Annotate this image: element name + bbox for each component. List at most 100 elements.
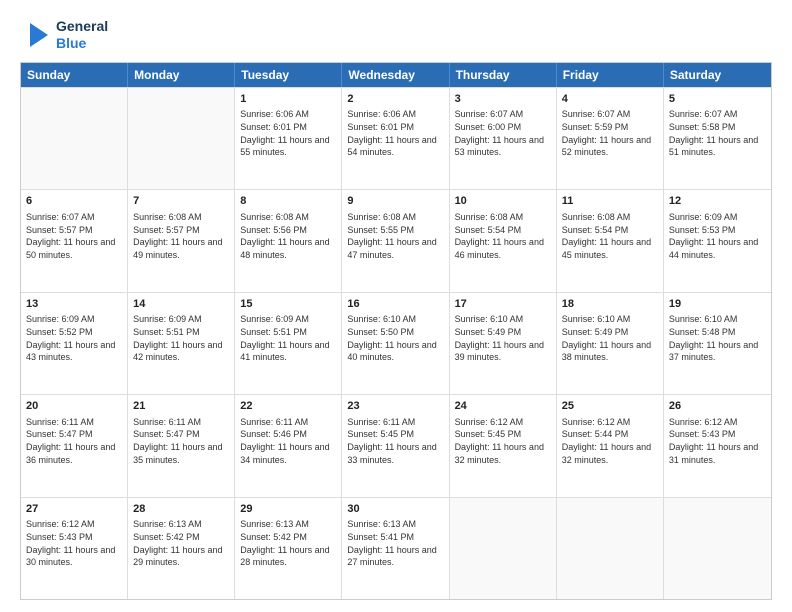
calendar-cell: 27Sunrise: 6:12 AMSunset: 5:43 PMDayligh… [21, 498, 128, 599]
cell-info: Sunrise: 6:08 AMSunset: 5:54 PMDaylight:… [455, 211, 551, 261]
day-number: 16 [347, 297, 443, 312]
cell-info: Sunrise: 6:07 AMSunset: 6:00 PMDaylight:… [455, 108, 551, 158]
logo-blue-text: Blue [56, 35, 108, 52]
header-day-wednesday: Wednesday [342, 63, 449, 87]
calendar-cell: 23Sunrise: 6:11 AMSunset: 5:45 PMDayligh… [342, 395, 449, 496]
logo-arrow-icon [20, 19, 52, 51]
cell-info: Sunrise: 6:09 AMSunset: 5:53 PMDaylight:… [669, 211, 766, 261]
header: General Blue [20, 18, 772, 52]
cell-info: Sunrise: 6:09 AMSunset: 5:51 PMDaylight:… [133, 313, 229, 363]
calendar-week-5: 27Sunrise: 6:12 AMSunset: 5:43 PMDayligh… [21, 497, 771, 599]
cell-info: Sunrise: 6:13 AMSunset: 5:42 PMDaylight:… [133, 518, 229, 568]
calendar-cell: 12 Sunrise: 6:09 AMSunset: 5:53 PMDayligh… [664, 190, 771, 291]
cell-info: Sunrise: 6:10 AMSunset: 5:48 PMDaylight:… [669, 313, 766, 363]
calendar-cell: 13Sunrise: 6:09 AMSunset: 5:52 PMDayligh… [21, 293, 128, 394]
cell-info: Sunrise: 6:08 AMSunset: 5:54 PMDaylight:… [562, 211, 658, 261]
cell-info: Sunrise: 6:07 AMSunset: 5:58 PMDaylight:… [669, 108, 766, 158]
calendar-cell: 8 Sunrise: 6:08 AMSunset: 5:56 PMDaylight… [235, 190, 342, 291]
calendar-cell: 17Sunrise: 6:10 AMSunset: 5:49 PMDayligh… [450, 293, 557, 394]
day-number: 27 [26, 502, 122, 517]
calendar-cell: 16Sunrise: 6:10 AMSunset: 5:50 PMDayligh… [342, 293, 449, 394]
calendar: SundayMondayTuesdayWednesdayThursdayFrid… [20, 62, 772, 600]
header-day-tuesday: Tuesday [235, 63, 342, 87]
calendar-cell: 29Sunrise: 6:13 AMSunset: 5:42 PMDayligh… [235, 498, 342, 599]
cell-info: Sunrise: 6:09 AMSunset: 5:51 PMDaylight:… [240, 313, 336, 363]
calendar-body: 1Sunrise: 6:06 AMSunset: 6:01 PMDaylight… [21, 87, 771, 599]
logo-container: General Blue [20, 18, 108, 52]
calendar-cell [557, 498, 664, 599]
calendar-cell: 11 Sunrise: 6:08 AMSunset: 5:54 PMDayligh… [557, 190, 664, 291]
cell-info: Sunrise: 6:06 AMSunset: 6:01 PMDaylight:… [240, 108, 336, 158]
calendar-cell: 1Sunrise: 6:06 AMSunset: 6:01 PMDaylight… [235, 88, 342, 189]
calendar-week-1: 1Sunrise: 6:06 AMSunset: 6:01 PMDaylight… [21, 87, 771, 189]
cell-info: Sunrise: 6:12 AMSunset: 5:45 PMDaylight:… [455, 416, 551, 466]
day-number: 12 [669, 194, 766, 209]
cell-info: Sunrise: 6:08 AMSunset: 5:57 PMDaylight:… [133, 211, 229, 261]
day-number: 15 [240, 297, 336, 312]
header-day-thursday: Thursday [450, 63, 557, 87]
day-number: 3 [455, 92, 551, 107]
calendar-cell: 4Sunrise: 6:07 AMSunset: 5:59 PMDaylight… [557, 88, 664, 189]
day-number: 20 [26, 399, 122, 414]
header-day-sunday: Sunday [21, 63, 128, 87]
day-number: 5 [669, 92, 766, 107]
page: General Blue SundayMondayTuesdayWednesda… [0, 0, 792, 612]
day-number: 10 [455, 194, 551, 209]
calendar-cell [664, 498, 771, 599]
cell-info: Sunrise: 6:08 AMSunset: 5:56 PMDaylight:… [240, 211, 336, 261]
calendar-cell: 15Sunrise: 6:09 AMSunset: 5:51 PMDayligh… [235, 293, 342, 394]
calendar-cell: 6Sunrise: 6:07 AMSunset: 5:57 PMDaylight… [21, 190, 128, 291]
calendar-cell: 28Sunrise: 6:13 AMSunset: 5:42 PMDayligh… [128, 498, 235, 599]
cell-info: Sunrise: 6:13 AMSunset: 5:41 PMDaylight:… [347, 518, 443, 568]
calendar-cell [128, 88, 235, 189]
calendar-cell: 19Sunrise: 6:10 AMSunset: 5:48 PMDayligh… [664, 293, 771, 394]
header-day-monday: Monday [128, 63, 235, 87]
day-number: 7 [133, 194, 229, 209]
cell-info: Sunrise: 6:11 AMSunset: 5:46 PMDaylight:… [240, 416, 336, 466]
calendar-cell: 14Sunrise: 6:09 AMSunset: 5:51 PMDayligh… [128, 293, 235, 394]
calendar-cell [21, 88, 128, 189]
day-number: 9 [347, 194, 443, 209]
calendar-week-4: 20Sunrise: 6:11 AMSunset: 5:47 PMDayligh… [21, 394, 771, 496]
day-number: 11 [562, 194, 658, 209]
day-number: 13 [26, 297, 122, 312]
day-number: 28 [133, 502, 229, 517]
logo-text-block: General Blue [56, 18, 108, 52]
calendar-week-3: 13Sunrise: 6:09 AMSunset: 5:52 PMDayligh… [21, 292, 771, 394]
day-number: 21 [133, 399, 229, 414]
cell-info: Sunrise: 6:09 AMSunset: 5:52 PMDaylight:… [26, 313, 122, 363]
calendar-cell: 26Sunrise: 6:12 AMSunset: 5:43 PMDayligh… [664, 395, 771, 496]
calendar-cell: 5Sunrise: 6:07 AMSunset: 5:58 PMDaylight… [664, 88, 771, 189]
calendar-cell: 9Sunrise: 6:08 AMSunset: 5:55 PMDaylight… [342, 190, 449, 291]
day-number: 17 [455, 297, 551, 312]
header-day-friday: Friday [557, 63, 664, 87]
calendar-header-row: SundayMondayTuesdayWednesdayThursdayFrid… [21, 63, 771, 87]
day-number: 6 [26, 194, 122, 209]
calendar-cell: 25 Sunrise: 6:12 AMSunset: 5:44 PMDayligh… [557, 395, 664, 496]
logo: General Blue [20, 18, 108, 52]
day-number: 14 [133, 297, 229, 312]
day-number: 19 [669, 297, 766, 312]
calendar-cell: 3Sunrise: 6:07 AMSunset: 6:00 PMDaylight… [450, 88, 557, 189]
logo-general-text: General [56, 18, 108, 35]
cell-info: Sunrise: 6:10 AMSunset: 5:49 PMDaylight:… [562, 313, 658, 363]
day-number: 22 [240, 399, 336, 414]
day-number: 25 [562, 399, 658, 414]
day-number: 24 [455, 399, 551, 414]
cell-info: Sunrise: 6:12 AMSunset: 5:44 PMDaylight:… [562, 416, 658, 466]
day-number: 30 [347, 502, 443, 517]
calendar-cell: 10 Sunrise: 6:08 AMSunset: 5:54 PMDayligh… [450, 190, 557, 291]
calendar-cell: 7 Sunrise: 6:08 AMSunset: 5:57 PMDaylight… [128, 190, 235, 291]
calendar-cell: 24 Sunrise: 6:12 AMSunset: 5:45 PMDayligh… [450, 395, 557, 496]
calendar-cell [450, 498, 557, 599]
calendar-cell: 21Sunrise: 6:11 AMSunset: 5:47 PMDayligh… [128, 395, 235, 496]
day-number: 4 [562, 92, 658, 107]
day-number: 1 [240, 92, 336, 107]
cell-info: Sunrise: 6:10 AMSunset: 5:50 PMDaylight:… [347, 313, 443, 363]
header-day-saturday: Saturday [664, 63, 771, 87]
calendar-cell: 22 Sunrise: 6:11 AMSunset: 5:46 PMDayligh… [235, 395, 342, 496]
cell-info: Sunrise: 6:12 AMSunset: 5:43 PMDaylight:… [26, 518, 122, 568]
day-number: 8 [240, 194, 336, 209]
calendar-week-2: 6Sunrise: 6:07 AMSunset: 5:57 PMDaylight… [21, 189, 771, 291]
cell-info: Sunrise: 6:06 AMSunset: 6:01 PMDaylight:… [347, 108, 443, 158]
